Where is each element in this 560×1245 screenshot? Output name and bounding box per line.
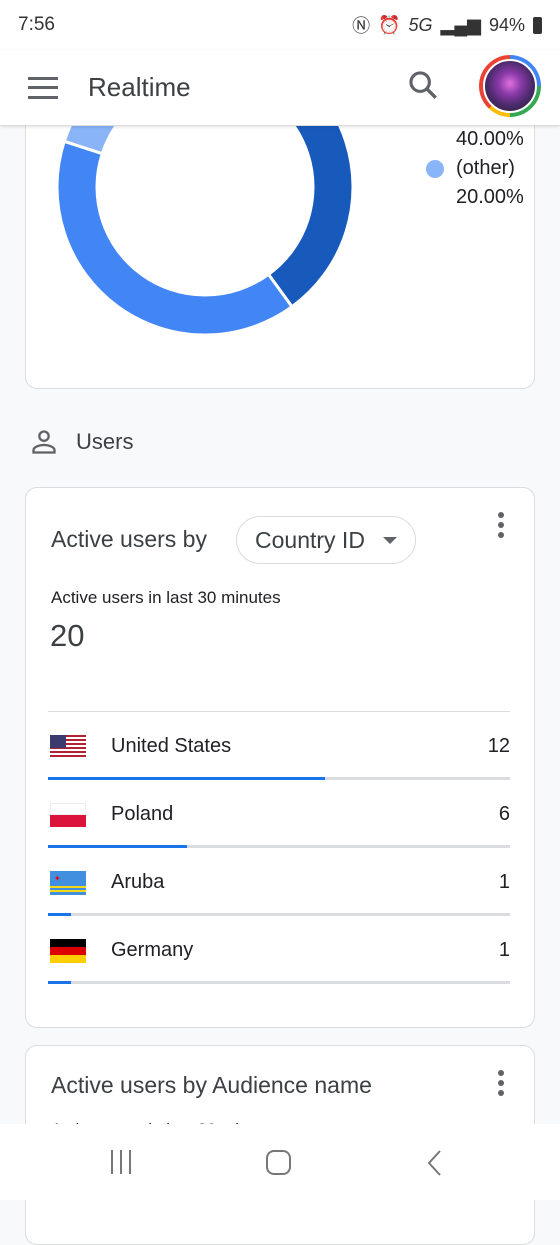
- progress-fill: [48, 981, 72, 984]
- clock: 7:56: [18, 14, 55, 35]
- flag-icon: ✦: [50, 871, 86, 895]
- country-value: 1: [498, 939, 510, 961]
- section-header-users: Users: [30, 428, 133, 456]
- legend-value: 40.00%: [456, 128, 524, 150]
- person-icon: [32, 430, 56, 454]
- country-name: Germany: [111, 939, 194, 961]
- progress-track: [48, 777, 510, 780]
- country-name: United States: [111, 735, 232, 757]
- flag-icon: [50, 803, 86, 827]
- table-row[interactable]: ✦ Aruba 1: [48, 849, 510, 917]
- table-row[interactable]: Germany 1: [48, 917, 510, 985]
- nfc-icon: Ⓝ: [352, 16, 371, 36]
- page-title: Realtime: [88, 72, 191, 102]
- flag-icon: [50, 939, 86, 963]
- divider: [48, 711, 510, 712]
- more-options-icon[interactable]: [498, 512, 504, 542]
- legend-dot: [426, 160, 444, 178]
- avatar[interactable]: [479, 55, 541, 117]
- recent-apps-icon[interactable]: [108, 1150, 136, 1174]
- alarm-icon: ⏰: [378, 14, 401, 35]
- legend-value: 20.00%: [456, 186, 524, 208]
- progress-track: [48, 845, 510, 848]
- menu-icon[interactable]: [28, 76, 58, 99]
- caret-down-icon: [382, 537, 397, 544]
- legend-item-other: (other): [426, 154, 524, 183]
- progress-fill: [48, 845, 187, 848]
- progress-fill: [48, 777, 326, 780]
- progress-fill: [48, 913, 72, 916]
- metric-label: Active users in last 30 minutes: [51, 588, 281, 607]
- card-title: Active users by Audience name: [51, 1072, 372, 1098]
- table-row[interactable]: United States 12: [48, 713, 510, 781]
- search-icon[interactable]: [406, 68, 440, 102]
- battery-icon: [533, 16, 542, 34]
- system-nav-bar: [0, 1124, 560, 1200]
- metric-value: 20: [50, 618, 85, 653]
- country-value: 12: [487, 735, 510, 757]
- country-value: 1: [498, 871, 510, 893]
- legend: 40.00% (other) 20.00%: [426, 125, 524, 212]
- more-options-icon[interactable]: [498, 1070, 504, 1100]
- signal-icon: ▂▄▆: [440, 14, 481, 35]
- table-row[interactable]: Poland 6: [48, 781, 510, 849]
- battery-level: 94%: [488, 14, 525, 35]
- status-bar: 7:56 Ⓝ ⏰ 5G ▂▄▆ 94%: [0, 0, 560, 50]
- donut-segment: [55, 139, 295, 337]
- app-bar: Realtime: [0, 50, 560, 126]
- network-type: 5G: [408, 14, 433, 35]
- country-name: Aruba: [111, 871, 165, 893]
- flag-icon: [50, 735, 86, 759]
- country-value: 6: [498, 803, 510, 825]
- country-name: Poland: [111, 803, 174, 825]
- dimension-dropdown[interactable]: Country ID: [236, 516, 416, 564]
- back-icon[interactable]: [426, 1149, 442, 1177]
- progress-track: [48, 981, 510, 984]
- progress-track: [48, 913, 510, 916]
- active-users-country-card: Active users by Country ID Active users …: [25, 487, 535, 1028]
- home-icon[interactable]: [266, 1150, 291, 1175]
- card-title: Active users by: [51, 526, 207, 552]
